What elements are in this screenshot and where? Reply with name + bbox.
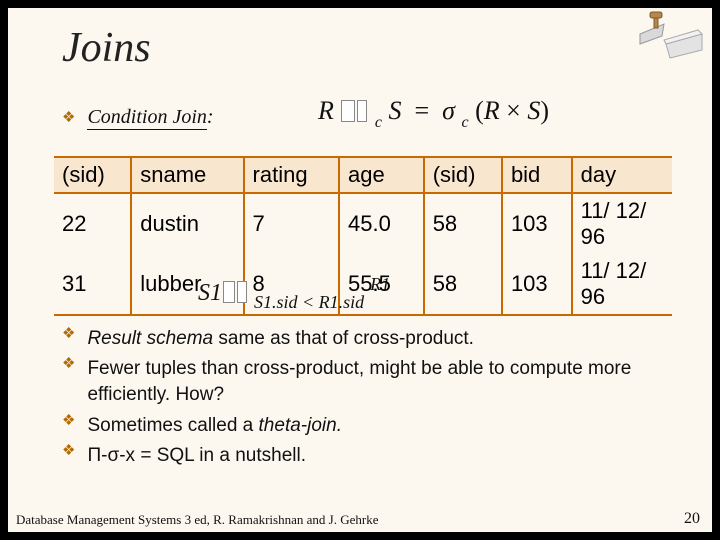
placeholder-glyph-icon [341, 100, 355, 122]
bullet-list: ❖ Result schema same as that of cross-pr… [62, 326, 692, 473]
bullet-text: Sometimes called a theta-join. [87, 413, 692, 439]
table-row: 22 dustin 7 45.0 58 103 11/ 12/ 96 [54, 193, 672, 254]
col-bid: bid [502, 157, 572, 193]
diamond-bullet-icon: ❖ [62, 326, 75, 352]
slide-title: Joins [62, 24, 151, 72]
formula-example-join: S1 S1.sid < R1.sid R1 [198, 274, 390, 313]
bullet-text: Result schema same as that of cross-prod… [87, 326, 692, 352]
footer-text: Database Management Systems 3 ed, R. Ram… [16, 512, 378, 528]
condition-join-label: Condition Join: [87, 106, 213, 129]
diamond-bullet-icon: ❖ [62, 356, 75, 408]
list-item: ❖ Result schema same as that of cross-pr… [62, 326, 692, 352]
bullet-text: Fewer tuples than cross-product, might b… [87, 356, 692, 408]
slide: Joins ❖ Condition Join: R c S = σ c (R ×… [8, 8, 712, 532]
placeholder-glyph-icon [223, 281, 235, 303]
col-sid1: (sid) [54, 157, 131, 193]
condition-join-line: ❖ Condition Join: [62, 106, 214, 129]
list-item: ❖ Sometimes called a theta-join. [62, 413, 692, 439]
col-rating: rating [244, 157, 339, 193]
col-sname: sname [131, 157, 243, 193]
placeholder-glyph-icon [357, 100, 367, 122]
diamond-bullet-icon: ❖ [62, 110, 75, 125]
list-item: ❖ Fewer tuples than cross-product, might… [62, 356, 692, 408]
col-age: age [339, 157, 424, 193]
bullet-text: Π-σ-x = SQL in a nutshell. [87, 443, 692, 469]
formula-condition-join: R c S = σ c (R × S) [318, 96, 549, 132]
col-sid2: (sid) [424, 157, 502, 193]
placeholder-glyph-icon [237, 281, 247, 303]
trowel-icon [636, 10, 706, 67]
table-header-row: (sid) sname rating age (sid) bid day [54, 157, 672, 193]
diamond-bullet-icon: ❖ [62, 413, 75, 439]
list-item: ❖ Π-σ-x = SQL in a nutshell. [62, 443, 692, 469]
page-number: 20 [684, 510, 700, 528]
col-day: day [572, 157, 672, 193]
diamond-bullet-icon: ❖ [62, 443, 75, 469]
